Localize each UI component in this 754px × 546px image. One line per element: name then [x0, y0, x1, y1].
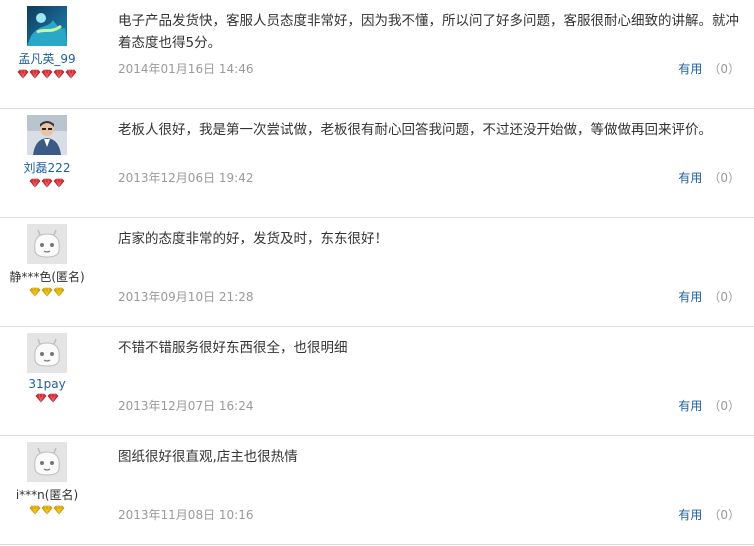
- reviewer-info: 31pay: [0, 333, 94, 403]
- person-avatar[interactable]: [27, 115, 67, 155]
- reviewer-level-badges: [0, 392, 94, 403]
- review-text: 老板人很好，我是第一次尝试做，老板很有耐心回答我问题，不过还没开始做，等做做再回…: [118, 122, 712, 138]
- default-avatar: [27, 442, 67, 482]
- gold-diamond-icon: [29, 504, 41, 515]
- gold-diamond-icon: [41, 504, 53, 515]
- red-diamond-icon: [41, 68, 53, 79]
- reviewer-level-badges: [0, 286, 94, 297]
- reviewer-level-badges: [0, 68, 94, 79]
- review-item: 静***色(匿名) 店家的态度非常的好，发货及时，东东很好！ 2013年09月10日…: [0, 218, 754, 327]
- useful-count: （0）: [708, 399, 740, 413]
- useful-count: （0）: [708, 171, 740, 185]
- useful-label[interactable]: 有用: [678, 171, 702, 185]
- useful-vote-button[interactable]: 有用 （0）: [678, 397, 740, 414]
- review-item: i***n(匿名) 图纸很好很直观,店主也很热情 2013年11月08日 10:16…: [0, 436, 754, 545]
- red-diamond-icon: [53, 68, 65, 79]
- useful-vote-button[interactable]: 有用 （0）: [678, 288, 740, 305]
- gold-diamond-icon: [53, 286, 65, 297]
- reviewer-info: i***n(匿名): [0, 442, 94, 515]
- default-avatar: [27, 224, 67, 264]
- useful-label[interactable]: 有用: [678, 399, 702, 413]
- useful-count: （0）: [708, 62, 740, 76]
- reviewer-info: 静***色(匿名): [0, 224, 94, 297]
- useful-vote-button[interactable]: 有用 （0）: [678, 506, 740, 523]
- useful-label[interactable]: 有用: [678, 290, 702, 304]
- landscape-avatar[interactable]: [27, 6, 67, 46]
- red-diamond-icon: [41, 177, 53, 188]
- review-list: 孟凡英_99 电子产品发货快，客服人员态度非常好，因为我不懂，所以问了好多问题，客…: [0, 0, 754, 545]
- review-date: 2013年11月08日 10:16: [118, 508, 254, 522]
- reviewer-name[interactable]: 31pay: [0, 377, 94, 391]
- reviewer-info: 刘磊222: [0, 115, 94, 188]
- review-date: 2013年12月07日 16:24: [118, 399, 254, 413]
- review-date: 2013年09月10日 21:28: [118, 290, 254, 304]
- useful-count: （0）: [708, 290, 740, 304]
- review-text: 电子产品发货快，客服人员态度非常好，因为我不懂，所以问了好多问题，客服很耐心细致…: [118, 13, 739, 51]
- red-diamond-icon: [53, 177, 65, 188]
- useful-count: （0）: [708, 508, 740, 522]
- red-diamond-icon: [47, 392, 59, 403]
- red-diamond-icon: [29, 177, 41, 188]
- gold-diamond-icon: [53, 504, 65, 515]
- gold-diamond-icon: [29, 286, 41, 297]
- reviewer-name[interactable]: 刘磊222: [0, 159, 94, 176]
- review-text: 店家的态度非常的好，发货及时，东东很好！: [118, 231, 388, 247]
- reviewer-info: 孟凡英_99: [0, 6, 94, 79]
- default-avatar[interactable]: [27, 333, 67, 373]
- reviewer-name: 静***色(匿名): [9, 270, 85, 284]
- reviewer-level-badges: [0, 504, 94, 515]
- red-diamond-icon: [17, 68, 29, 79]
- red-diamond-icon: [65, 68, 77, 79]
- red-diamond-icon: [35, 392, 47, 403]
- useful-label[interactable]: 有用: [678, 508, 702, 522]
- review-item: 刘磊222 老板人很好，我是第一次尝试做，老板很有耐心回答我问题，不过还没开始做，…: [0, 109, 754, 218]
- review-text: 图纸很好很直观,店主也很热情: [118, 449, 298, 465]
- useful-vote-button[interactable]: 有用 （0）: [678, 169, 740, 186]
- gold-diamond-icon: [41, 286, 53, 297]
- useful-label[interactable]: 有用: [678, 62, 702, 76]
- useful-vote-button[interactable]: 有用 （0）: [678, 60, 740, 77]
- review-date: 2013年12月06日 19:42: [118, 171, 254, 185]
- reviewer-name[interactable]: 孟凡英_99: [0, 50, 94, 67]
- review-text: 不错不错服务很好东西很全，也很明细: [118, 340, 348, 356]
- review-item: 31pay 不错不错服务很好东西很全，也很明细 2013年12月07日 16:24 有…: [0, 327, 754, 436]
- reviewer-name: i***n(匿名): [15, 488, 79, 502]
- review-date: 2014年01月16日 14:46: [118, 62, 254, 76]
- reviewer-level-badges: [0, 177, 94, 188]
- red-diamond-icon: [29, 68, 41, 79]
- review-item: 孟凡英_99 电子产品发货快，客服人员态度非常好，因为我不懂，所以问了好多问题，客…: [0, 0, 754, 109]
